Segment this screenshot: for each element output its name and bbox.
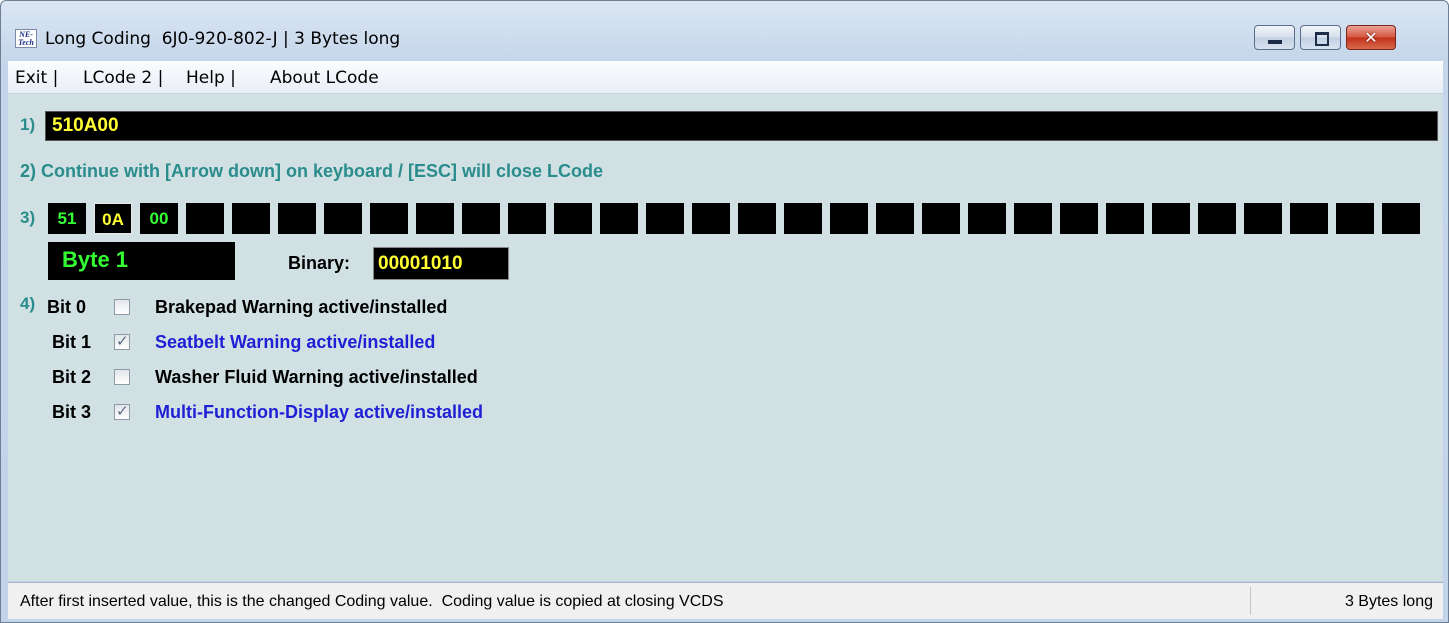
app-logo-icon: NE- Tech bbox=[15, 29, 37, 48]
check-icon: ✓ bbox=[116, 332, 129, 350]
byte-cell-27[interactable] bbox=[1290, 203, 1328, 234]
byte-label-box: Byte 1 bbox=[48, 242, 235, 280]
status-message: After first inserted value, this is the … bbox=[20, 593, 724, 610]
byte-cell-23[interactable] bbox=[1106, 203, 1144, 234]
close-button[interactable]: ✕ bbox=[1346, 25, 1396, 50]
menu-lcode2[interactable]: LCode 2 | bbox=[83, 68, 163, 88]
byte-cell-9[interactable] bbox=[462, 203, 500, 234]
byte-cell-21[interactable] bbox=[1014, 203, 1052, 234]
lcode-window: NE- Tech Long Coding 6J0-920-802-J | 3 B… bbox=[0, 0, 1449, 623]
byte-cell-6[interactable] bbox=[324, 203, 362, 234]
title-bar[interactable]: NE- Tech Long Coding 6J0-920-802-J | 3 B… bbox=[1, 1, 1448, 59]
byte-cell-17[interactable] bbox=[830, 203, 868, 234]
status-byte-length: 3 Bytes long bbox=[1344, 593, 1433, 610]
bit-2-description: Washer Fluid Warning active/installed bbox=[155, 367, 478, 387]
byte-cell-19[interactable] bbox=[922, 203, 960, 234]
byte-cell-20[interactable] bbox=[968, 203, 1006, 234]
byte-cell-13[interactable] bbox=[646, 203, 684, 234]
step-2-instruction: 2) Continue with [Arrow down] on keyboar… bbox=[20, 161, 604, 181]
bit-0-checkbox[interactable] bbox=[114, 299, 130, 315]
byte-cell-8[interactable] bbox=[416, 203, 454, 234]
bit-2-checkbox[interactable] bbox=[114, 369, 130, 385]
maximize-icon bbox=[1315, 32, 1329, 46]
bit-label-1: Bit 1 bbox=[52, 332, 92, 352]
client-area: 1) 510A00 2) Continue with [Arrow down] … bbox=[8, 94, 1443, 581]
bit-1-checkbox[interactable]: ✓ bbox=[114, 332, 130, 350]
menu-help[interactable]: Help | bbox=[186, 68, 236, 88]
status-bar: After first inserted value, this is the … bbox=[8, 582, 1443, 619]
byte-cell-1[interactable]: 0A bbox=[94, 203, 132, 234]
byte-cell-11[interactable] bbox=[554, 203, 592, 234]
menu-about[interactable]: About LCode bbox=[270, 68, 379, 88]
bit-0-description: Brakepad Warning active/installed bbox=[155, 297, 448, 317]
coding-value-field[interactable]: 510A00 bbox=[45, 111, 1438, 141]
byte-cell-12[interactable] bbox=[600, 203, 638, 234]
window-title: Long Coding 6J0-920-802-J | 3 Bytes long bbox=[45, 29, 401, 49]
check-icon: ✓ bbox=[116, 402, 129, 420]
coding-value: 510A00 bbox=[52, 115, 119, 136]
maximize-button[interactable] bbox=[1300, 25, 1341, 50]
binary-value-box: 00001010 bbox=[373, 247, 509, 280]
menu-bar: Exit | LCode 2 | Help | About LCode bbox=[8, 61, 1443, 94]
bit-label-3: Bit 3 bbox=[52, 402, 92, 422]
byte-cell-0[interactable]: 51 bbox=[48, 203, 86, 234]
byte-cell-29[interactable] bbox=[1382, 203, 1420, 234]
byte-cell-7[interactable] bbox=[370, 203, 408, 234]
bit-label-0: Bit 0 bbox=[47, 297, 87, 317]
byte-label: Byte 1 bbox=[62, 247, 129, 272]
byte-cell-4[interactable] bbox=[232, 203, 270, 234]
bit-label-2: Bit 2 bbox=[52, 367, 92, 387]
minimize-button[interactable] bbox=[1254, 25, 1295, 50]
close-icon: ✕ bbox=[1364, 28, 1378, 47]
byte-cell-25[interactable] bbox=[1198, 203, 1236, 234]
byte-cell-14[interactable] bbox=[692, 203, 730, 234]
minimize-icon bbox=[1268, 40, 1282, 44]
byte-cell-15[interactable] bbox=[738, 203, 776, 234]
byte-cell-26[interactable] bbox=[1244, 203, 1282, 234]
step-3-marker: 3) bbox=[20, 208, 36, 227]
binary-value: 00001010 bbox=[378, 253, 463, 274]
byte-cell-10[interactable] bbox=[508, 203, 546, 234]
menu-exit[interactable]: Exit | bbox=[15, 68, 58, 88]
byte-cell-18[interactable] bbox=[876, 203, 914, 234]
app-logo-line2: Tech bbox=[18, 38, 34, 47]
binary-label: Binary: bbox=[288, 253, 351, 273]
byte-cell-28[interactable] bbox=[1336, 203, 1374, 234]
bit-3-description: Multi-Function-Display active/installed bbox=[155, 402, 484, 422]
byte-cell-2[interactable]: 00 bbox=[140, 203, 178, 234]
bit-1-description: Seatbelt Warning active/installed bbox=[155, 332, 436, 352]
status-separator bbox=[1250, 587, 1251, 615]
step-4-marker: 4) bbox=[20, 294, 36, 313]
byte-cell-24[interactable] bbox=[1152, 203, 1190, 234]
byte-cell-5[interactable] bbox=[278, 203, 316, 234]
byte-cell-3[interactable] bbox=[186, 203, 224, 234]
step-1-marker: 1) bbox=[20, 115, 36, 134]
byte-cell-16[interactable] bbox=[784, 203, 822, 234]
byte-cell-22[interactable] bbox=[1060, 203, 1098, 234]
bit-3-checkbox[interactable]: ✓ bbox=[114, 402, 130, 420]
